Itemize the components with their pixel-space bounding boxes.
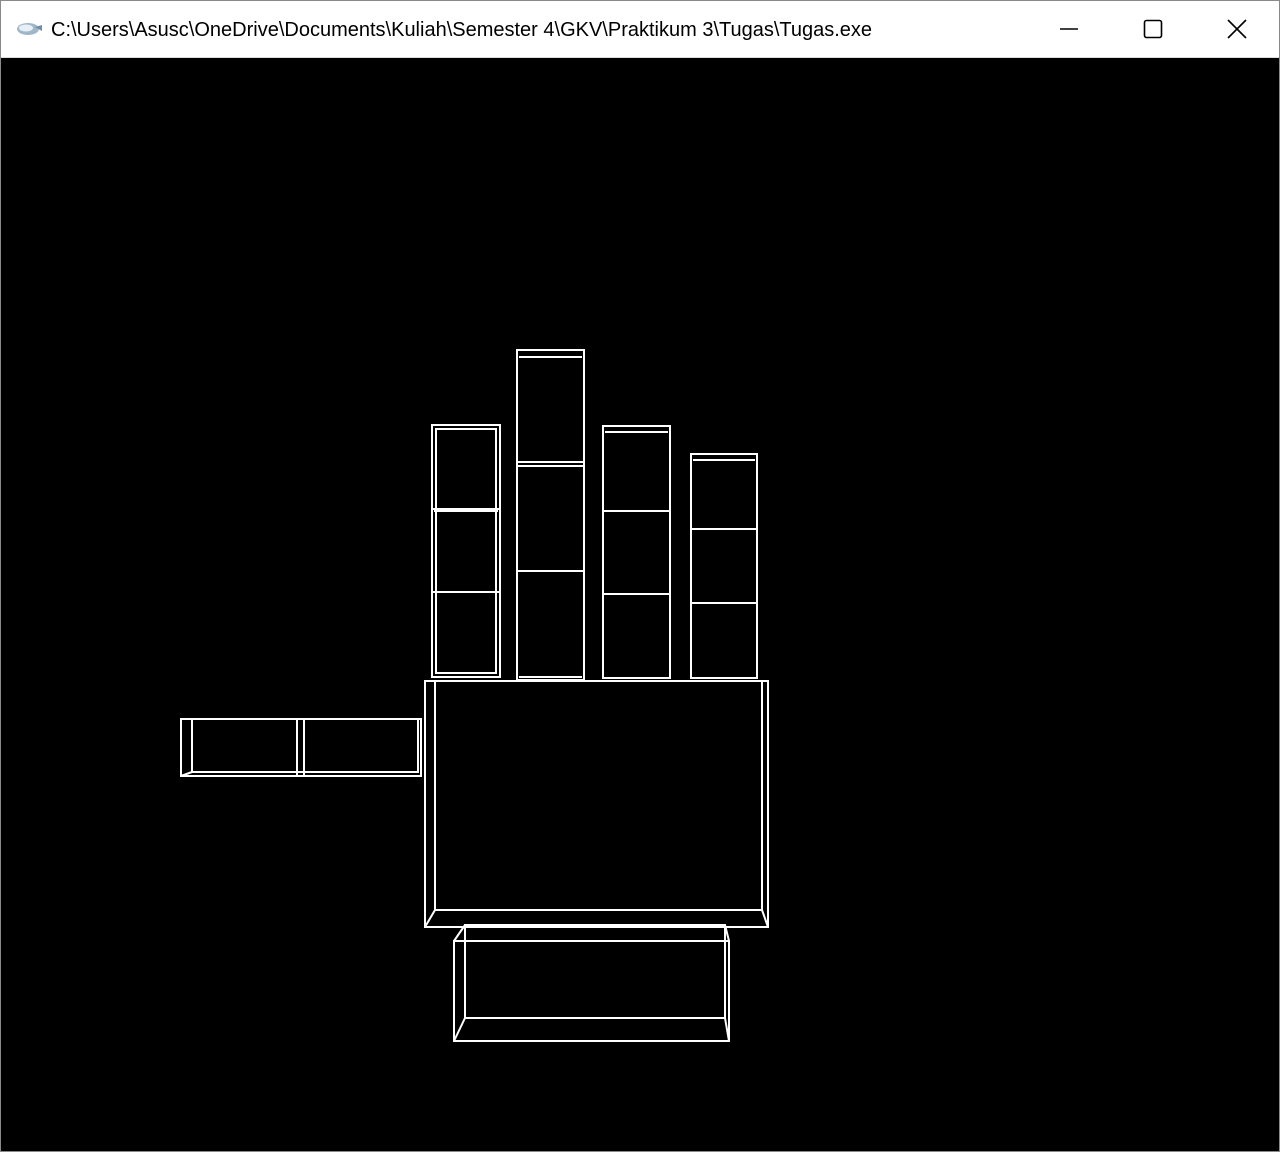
app-window: C:\Users\Asusc\OneDrive\Documents\Kuliah…	[0, 0, 1280, 1152]
opengl-viewport[interactable]	[1, 58, 1279, 1151]
minimize-icon	[1059, 19, 1079, 39]
maximize-button[interactable]	[1111, 1, 1195, 57]
finger-middle	[516, 349, 585, 681]
title-bar[interactable]: C:\Users\Asusc\OneDrive\Documents\Kuliah…	[1, 1, 1279, 58]
wrist	[453, 924, 730, 1042]
finger-ring	[602, 425, 671, 679]
finger-index	[431, 424, 501, 678]
close-icon	[1227, 19, 1247, 39]
close-button[interactable]	[1195, 1, 1279, 57]
finger-little	[690, 453, 758, 679]
opengl-app-icon	[15, 19, 43, 39]
thumb	[180, 718, 422, 777]
maximize-icon	[1143, 19, 1163, 39]
minimize-button[interactable]	[1027, 1, 1111, 57]
wireframe-scene	[180, 349, 769, 1042]
palm	[424, 680, 769, 928]
window-title: C:\Users\Asusc\OneDrive\Documents\Kuliah…	[51, 19, 873, 41]
